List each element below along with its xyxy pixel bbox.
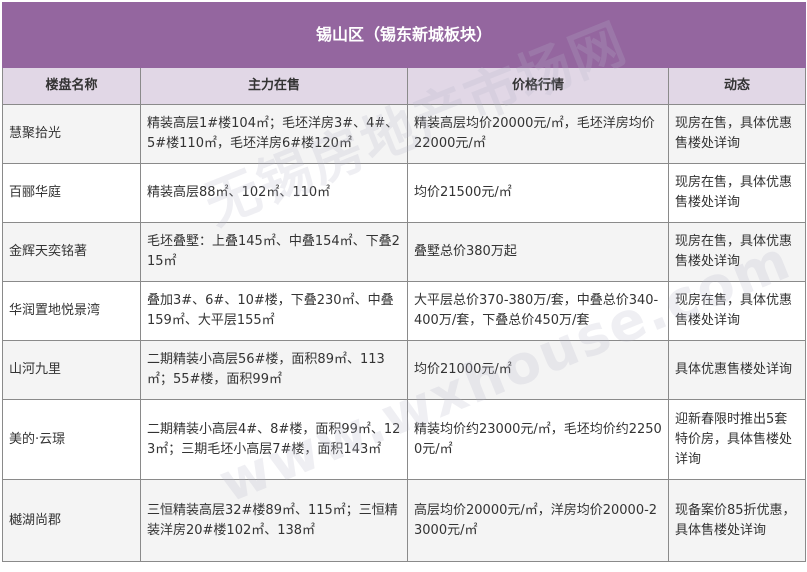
property-table: 锡山区（锡东新城板块） 楼盘名称 主力在售 价格行情 动态 慧聚拾光 精装高层1…	[1, 2, 807, 562]
header-price: 价格行情	[407, 67, 669, 105]
table-title-row: 锡山区（锡东新城板块）	[1, 2, 807, 68]
cell-status: 现备案价85折优惠，具体售楼处详询	[667, 479, 807, 562]
cell-status: 现房在售，具体优惠售楼处详询	[667, 104, 807, 164]
cell-price: 均价21000元/㎡	[407, 340, 669, 400]
cell-name: 华润置地悦景湾	[2, 281, 141, 341]
table-row: 樾湖尚郡 三恒精装高层32#楼89㎡、115㎡；三恒精装洋房20#楼102㎡、1…	[2, 479, 807, 562]
table-title: 锡山区（锡东新城板块）	[1, 2, 807, 68]
cell-status: 现房在售，具体优惠售楼处详询	[667, 281, 807, 341]
table-row: 山河九里 二期精装小高层56#楼，面积89㎡、113㎡；55#楼，面积99㎡ 均…	[2, 340, 807, 400]
table-row: 美的·云璟 二期精装小高层4#、8#楼，面积99㎡、123㎡；三期毛坯小高层7#…	[2, 399, 807, 480]
cell-status: 具体优惠售楼处详询	[667, 340, 807, 400]
cell-main: 精装高层1#楼104㎡；毛坯洋房3#、4#、5#楼110㎡，毛坯洋房6#楼120…	[140, 104, 408, 164]
cell-name: 慧聚拾光	[2, 104, 141, 164]
cell-price: 叠墅总价380万起	[407, 222, 669, 282]
table-row: 百郦华庭 精装高层88㎡、102㎡、110㎡ 均价21500元/㎡ 现房在售，具…	[2, 163, 807, 223]
cell-name: 百郦华庭	[2, 163, 141, 223]
cell-status: 现房在售，具体优惠售楼处详询	[667, 163, 807, 223]
cell-main: 叠加3#、6#、10#楼，下叠230㎡、中叠159㎡、大平层155㎡	[140, 281, 408, 341]
page: 锡山区（锡东新城板块） 楼盘名称 主力在售 价格行情 动态 慧聚拾光 精装高层1…	[0, 0, 807, 572]
cell-price: 大平层总价370-380万/套，中叠总价340-400万/套，下叠总价450万/…	[407, 281, 669, 341]
header-main: 主力在售	[140, 67, 408, 105]
cell-main: 精装高层88㎡、102㎡、110㎡	[140, 163, 408, 223]
table-header-row: 楼盘名称 主力在售 价格行情 动态	[2, 67, 807, 105]
header-name: 楼盘名称	[2, 67, 141, 105]
table-row: 华润置地悦景湾 叠加3#、6#、10#楼，下叠230㎡、中叠159㎡、大平层15…	[2, 281, 807, 341]
cell-main: 毛坯叠墅：上叠145㎡、中叠154㎡、下叠215㎡	[140, 222, 408, 282]
cell-main: 二期精装小高层56#楼，面积89㎡、113㎡；55#楼，面积99㎡	[140, 340, 408, 400]
table-row: 金辉天奕铭著 毛坯叠墅：上叠145㎡、中叠154㎡、下叠215㎡ 叠墅总价380…	[2, 222, 807, 282]
cell-name: 金辉天奕铭著	[2, 222, 141, 282]
cell-status: 现房在售，具体优惠售楼处详询	[667, 222, 807, 282]
cell-main: 三恒精装高层32#楼89㎡、115㎡；三恒精装洋房20#楼102㎡、138㎡	[140, 479, 408, 562]
cell-name: 山河九里	[2, 340, 141, 400]
cell-status: 迎新春限时推出5套特价房，具体售楼处详询	[667, 399, 807, 480]
header-status: 动态	[667, 67, 807, 105]
cell-main: 二期精装小高层4#、8#楼，面积99㎡、123㎡；三期毛坯小高层7#楼，面积14…	[140, 399, 408, 480]
cell-name: 美的·云璟	[2, 399, 141, 480]
table-row: 慧聚拾光 精装高层1#楼104㎡；毛坯洋房3#、4#、5#楼110㎡，毛坯洋房6…	[2, 104, 807, 164]
cell-price: 均价21500元/㎡	[407, 163, 669, 223]
cell-price: 高层均价20000元/㎡，洋房均价20000-23000元/㎡	[407, 479, 669, 562]
cell-price: 精装均价约23000元/㎡，毛坯均价约22500元/㎡	[407, 399, 669, 480]
cell-name: 樾湖尚郡	[2, 479, 141, 562]
cell-price: 精装高层均价20000元/㎡，毛坯洋房均价22000元/㎡	[407, 104, 669, 164]
